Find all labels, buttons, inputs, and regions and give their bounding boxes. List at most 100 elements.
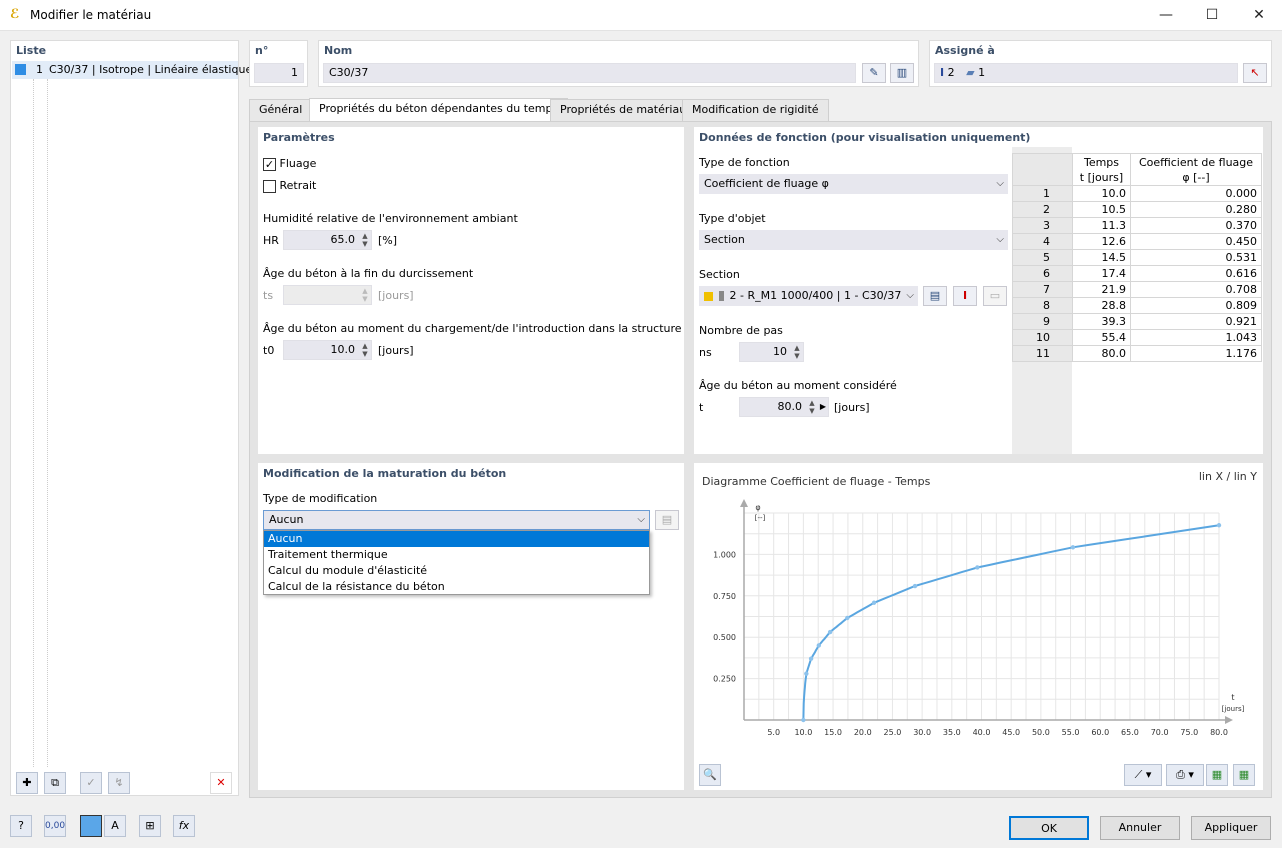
close-icon[interactable]: ✕ [1236, 0, 1282, 31]
rh-input[interactable]: 65.0 ▲ ▼ [283, 230, 372, 250]
list-item[interactable]: 1 C30/37 | Isotrope | Linéaire élastique [12, 61, 252, 79]
table-row[interactable]: 3 11.3 0.370 [1012, 217, 1262, 234]
y-axis-label: φ [755, 503, 760, 512]
export-icon[interactable]: ▦ [1206, 764, 1228, 786]
object-type-select[interactable]: Section ⌵ [699, 230, 1008, 250]
modification-type-select[interactable]: Aucun ⌵ [263, 510, 650, 530]
y-tick-label: 0.250 [713, 675, 736, 684]
data-point [1216, 523, 1222, 528]
check-icon[interactable]: ✓ [80, 772, 102, 794]
row-number: 6 [1012, 265, 1073, 282]
function-type-select[interactable]: Coefficient de fluage φ ⌵ [699, 174, 1008, 194]
number-panel: n° 1 [249, 40, 308, 87]
x-tick-label: 5.0 [767, 728, 780, 737]
shrinkage-checkbox[interactable]: Retrait [263, 179, 316, 193]
steps-input[interactable]: 10 ▲ ▼ [739, 342, 804, 362]
number-field[interactable]: 1 [254, 63, 304, 83]
section-select[interactable]: 2 - R_M1 1000/400 | 1 - C30/37 ⌵ [699, 286, 918, 306]
table-row[interactable]: 10 55.4 1.043 [1012, 329, 1262, 346]
section-color-swatch [704, 291, 713, 301]
print-icon[interactable]: ⎙ ▾ [1166, 764, 1204, 786]
table-row[interactable]: 6 17.4 0.616 [1012, 265, 1262, 282]
help-icon[interactable]: ? [10, 815, 32, 837]
maximize-icon[interactable]: ☐ [1189, 0, 1235, 31]
chevron-down-icon: ⌵ [996, 178, 1004, 189]
data-point [808, 656, 814, 661]
x-tick-label: 50.0 [1032, 728, 1050, 737]
table-row[interactable]: 2 10.5 0.280 [1012, 201, 1262, 218]
time-cell: 80.0 [1072, 345, 1131, 362]
row-number: 10 [1012, 329, 1073, 346]
parameters-panel: Paramètres ✓ Fluage Retrait Humidité rel… [258, 127, 684, 454]
units-icon[interactable]: 0,00 [44, 815, 66, 837]
cancel-button[interactable]: Annuler [1100, 816, 1180, 840]
clear-assignment-icon[interactable]: ↖ [1243, 63, 1267, 83]
x-axis-label: t [1231, 693, 1234, 702]
x-tick-label: 65.0 [1121, 728, 1139, 737]
delete-icon[interactable]: ✕ [210, 772, 232, 794]
steps-symbol: ns [699, 346, 712, 359]
modification-edit-icon[interactable]: ▤ [655, 510, 679, 530]
x-tick-label: 70.0 [1151, 728, 1169, 737]
apply-button[interactable]: Appliquer [1191, 816, 1271, 840]
row-number: 11 [1012, 345, 1073, 362]
modification-type-label: Type de modification [263, 492, 378, 505]
section-edit-icon[interactable]: ▤ [923, 286, 947, 306]
name-panel: Nom C30/37 ✎ ▥ [318, 40, 919, 87]
table-row[interactable]: 4 12.6 0.450 [1012, 233, 1262, 250]
text-icon[interactable]: A [104, 815, 126, 837]
creep-cell: 1.043 [1130, 329, 1262, 346]
table-row[interactable]: 8 28.8 0.809 [1012, 297, 1262, 314]
section-info-icon[interactable]: I [953, 286, 977, 306]
table-row[interactable]: 5 14.5 0.531 [1012, 249, 1262, 266]
tab-material-properties[interactable]: Propriétés de matériau [550, 99, 697, 121]
option-elastic-modulus[interactable]: Calcul du module d'élasticité [264, 563, 649, 579]
zoom-icon[interactable]: 🔍 [699, 764, 721, 786]
axis-options-icon[interactable]: ⟋ ▾ [1124, 764, 1162, 786]
t0-unit: [jours] [378, 344, 414, 357]
parameters-header: Paramètres [263, 131, 335, 144]
x-tick-label: 30.0 [913, 728, 931, 737]
tab-time-dependent[interactable]: Propriétés du béton dépendantes du temps [309, 98, 569, 122]
section-new-icon[interactable]: ▭ [983, 286, 1007, 306]
option-heat-treatment[interactable]: Traitement thermique [264, 547, 649, 563]
table-row[interactable]: 7 21.9 0.708 [1012, 281, 1262, 298]
copy-material-icon[interactable]: ⧉ [44, 772, 66, 794]
export-excel-icon[interactable]: ▦ [1233, 764, 1255, 786]
tab-stiffness-modification[interactable]: Modification de rigidité [682, 99, 829, 121]
ok-button[interactable]: OK [1009, 816, 1089, 840]
chart-title: Diagramme Coefficient de fluage - Temps [702, 475, 931, 488]
formula-icon[interactable]: fx [173, 815, 195, 837]
library-icon[interactable]: ▥ [890, 63, 914, 83]
col-time-unit: t [jours] [1079, 170, 1124, 184]
time-cell: 10.0 [1072, 185, 1131, 202]
option-none[interactable]: Aucun [264, 531, 649, 547]
x-axis-arrow [1225, 716, 1233, 724]
chevron-down-icon: ⌵ [996, 234, 1004, 245]
tab-general[interactable]: Général [249, 99, 313, 121]
minimize-icon[interactable]: — [1143, 0, 1189, 31]
option-concrete-strength[interactable]: Calcul de la résistance du béton [264, 579, 649, 595]
edit-name-icon[interactable]: ✎ [862, 63, 886, 83]
table-row[interactable]: 9 39.3 0.921 [1012, 313, 1262, 330]
table-row[interactable]: 11 80.0 1.176 [1012, 345, 1262, 362]
x-tick-label: 20.0 [854, 728, 872, 737]
function-table: Temps t [jours] Coefficient de fluage φ [-… [1012, 147, 1263, 454]
name-field[interactable]: C30/37 [323, 63, 856, 83]
data-point [912, 583, 918, 589]
table-row[interactable]: 1 10.0 0.000 [1012, 185, 1262, 202]
creep-chart: 5.0 10.0 15.0 20.0 25.0 30.0 35.0 40.0 45.0 50.0 5… [713, 499, 1245, 737]
function-data-header: Données de fonction (pour visualisation … [699, 131, 1031, 144]
uncheck-icon[interactable]: ↯ [108, 772, 130, 794]
new-material-icon[interactable]: ✚ [16, 772, 38, 794]
view-icon[interactable]: ⊞ [139, 815, 161, 837]
rh-title: Humidité relative de l'environnement amb… [263, 212, 518, 225]
assigned-field[interactable]: I 2 ▰ 1 [934, 63, 1238, 83]
creep-checkbox[interactable]: ✓ Fluage [263, 157, 316, 171]
age-input[interactable]: 80.0 ▲ ▼ ▶ [739, 397, 829, 417]
x-tick-label: 15.0 [824, 728, 842, 737]
t0-input[interactable]: 10.0 ▲ ▼ [283, 340, 372, 360]
x-tick-label: 35.0 [943, 728, 961, 737]
object-type-label: Type d'objet [699, 212, 766, 225]
color-icon[interactable] [80, 815, 102, 837]
